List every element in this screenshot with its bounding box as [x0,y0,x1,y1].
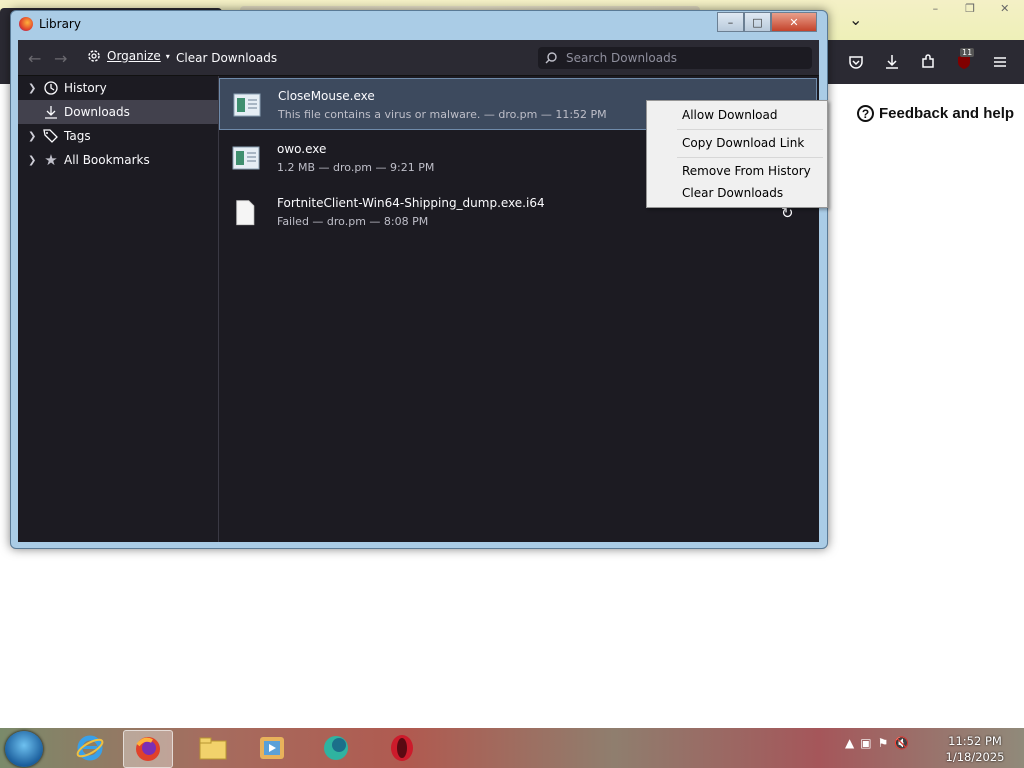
restore-button[interactable]: ❐ [953,0,988,17]
copy-download-link-menu-item[interactable]: Copy Download Link [682,136,804,150]
tag-icon [42,128,60,144]
app-icon[interactable] [312,730,360,766]
sidebar-item-downloads[interactable]: Downloads [18,100,218,124]
clock-time: 11:52 PM [948,734,1002,748]
library-window: Library – □ ✕ ← → Organize ▾ Clear Downl… [10,10,828,549]
sidebar-item-label: Downloads [64,105,130,119]
show-hidden-icons-icon[interactable]: ▲ [845,736,854,750]
sidebar-item-all-bookmarks[interactable]: ❯ ★ All Bookmarks [18,148,218,172]
forward-arrow-icon[interactable]: → [54,49,67,68]
library-window-controls: – □ ✕ [717,12,817,32]
search-box [538,47,812,69]
browser-window-controls: – ❐ ✕ [918,0,1022,17]
system-tray: ▲ ▣ ⚑ 🔇 [845,736,909,750]
search-icon [545,52,557,64]
action-center-flag-icon[interactable]: ⚑ [878,736,889,750]
allow-download-menu-item[interactable]: Allow Download [682,108,778,122]
sidebar-item-label: Tags [64,129,91,143]
file-explorer-icon[interactable] [189,730,237,766]
exe-file-icon [233,93,261,117]
media-player-icon[interactable] [248,730,296,766]
download-filename: CloseMouse.exe [278,89,375,103]
taskbar-clock[interactable]: 11:52 PM 1/18/2025 [940,733,1010,765]
organize-label: Organize [107,49,161,63]
menu-icon[interactable] [990,52,1010,72]
download-icon [42,104,60,120]
chevron-down-icon: ▾ [165,51,170,61]
back-arrow-icon[interactable]: ← [28,49,41,68]
ublock-icon[interactable]: 11 [954,48,975,72]
feedback-label: Feedback and help [879,105,1015,122]
expand-arrow-icon[interactable]: ❯ [28,83,42,94]
remove-from-history-menu-item[interactable]: Remove From History [682,164,811,178]
minimize-button[interactable]: – [918,0,953,17]
start-button[interactable] [5,731,43,767]
menu-separator [677,157,823,158]
firefox-taskbar-icon[interactable] [123,730,173,768]
organize-button[interactable]: Organize ▾ [86,48,170,64]
sidebar-item-tags[interactable]: ❯ Tags [18,124,218,148]
firefox-icon [19,17,33,31]
maximize-button[interactable]: □ [744,12,771,32]
minimize-button[interactable]: – [717,12,744,32]
file-icon [236,200,255,226]
download-status: Failed — dro.pm — 8:08 PM [277,215,429,228]
expand-arrow-icon[interactable]: ❯ [28,131,42,142]
tab-list-chevron-icon[interactable]: ⌄ [849,10,862,29]
clock-date: 1/18/2025 [945,750,1005,764]
clock-icon [42,80,60,96]
exe-file-icon [232,146,260,170]
search-input[interactable] [564,50,808,66]
help-icon: ? [857,105,874,122]
download-status: 1.2 MB — dro.pm — 9:21 PM [277,161,435,174]
extensions-icon[interactable] [918,52,938,72]
network-icon[interactable]: ▣ [860,736,871,750]
close-button[interactable]: ✕ [771,12,817,32]
download-context-menu: Allow Download Copy Download Link Remove… [646,100,828,208]
gear-icon [88,50,100,62]
volume-muted-icon[interactable]: 🔇 [894,736,909,750]
download-filename: FortniteClient-Win64-Shipping_dump.exe.i… [277,196,545,210]
close-button[interactable]: ✕ [987,0,1022,17]
sidebar-item-label: All Bookmarks [64,153,150,167]
downloads-icon[interactable] [882,52,902,72]
download-status: This file contains a virus or malware. —… [278,108,607,121]
library-toolbar: ← → Organize ▾ Clear Downloads [18,40,819,76]
star-icon: ★ [44,151,58,169]
pocket-icon[interactable] [846,52,866,72]
download-filename: owo.exe [277,142,327,156]
extension-badge: 11 [960,48,975,57]
clear-downloads-menu-item[interactable]: Clear Downloads [682,186,783,200]
sidebar-item-label: History [64,81,107,95]
menu-separator [677,129,823,130]
library-sidebar: ❯ History Downloads ❯ Tags ❯ ★ All Bookm… [18,76,219,542]
clear-downloads-button[interactable]: Clear Downloads [176,51,277,65]
opera-icon[interactable] [378,730,426,766]
internet-explorer-icon[interactable] [66,730,114,766]
feedback-link[interactable]: ? Feedback and help [857,105,1014,122]
window-title: Library [39,17,81,31]
expand-arrow-icon[interactable]: ❯ [28,155,42,166]
sidebar-item-history[interactable]: ❯ History [18,76,218,100]
